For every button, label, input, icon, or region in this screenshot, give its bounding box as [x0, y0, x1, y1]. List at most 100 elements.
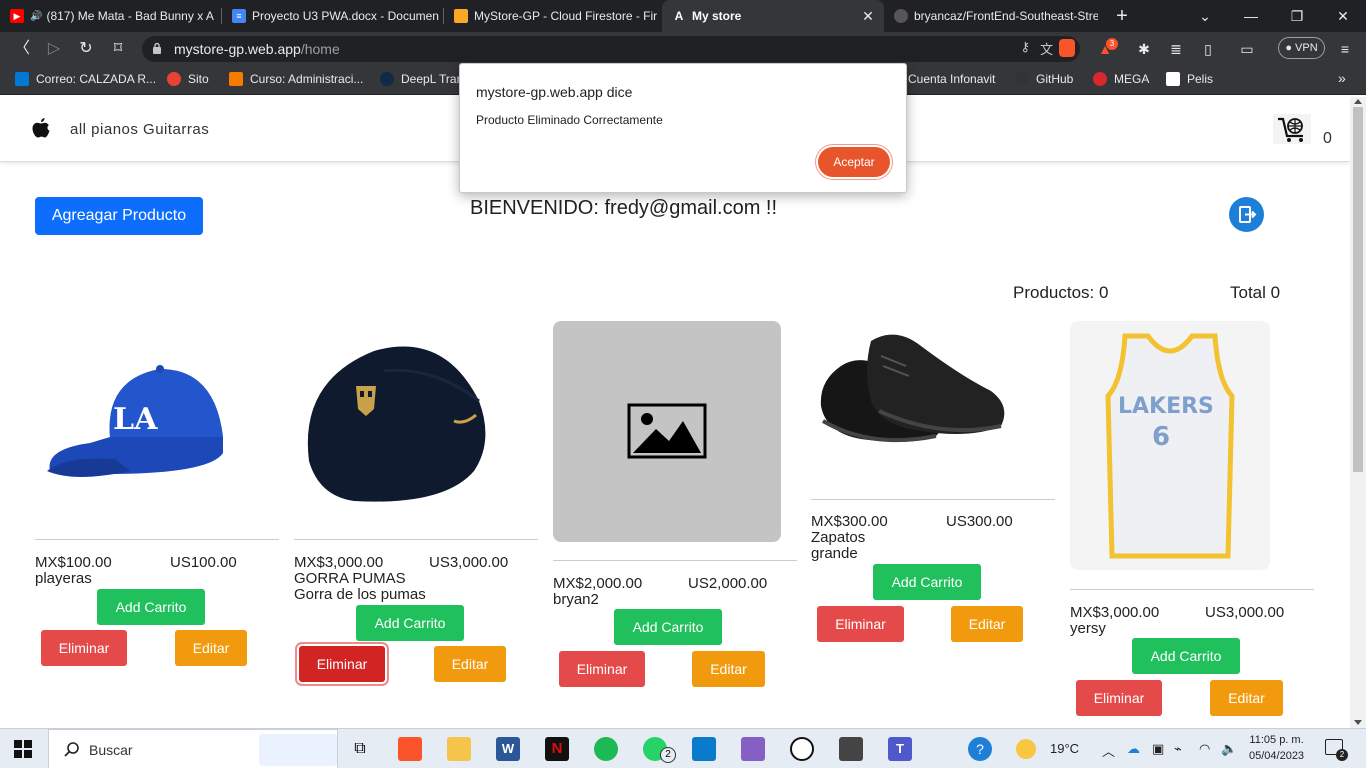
page-scrollbar[interactable]: [1350, 97, 1366, 728]
brave-shield-icon[interactable]: [1059, 39, 1075, 57]
netflix-icon[interactable]: N: [545, 737, 569, 761]
menu-icon[interactable]: ≡: [1334, 38, 1356, 60]
tab-firebase[interactable]: MyStore-GP - Cloud Firestore - Fir: [444, 0, 662, 32]
product-name: GORRA PUMAS: [294, 570, 406, 587]
product-name: Zapatos: [811, 529, 866, 546]
taskbar-clock[interactable]: 11:05 p. m. 05/04/2023: [1249, 732, 1304, 764]
bookmark-icon[interactable]: ⌑: [107, 38, 129, 60]
tab-docs[interactable]: ≡ Proyecto U3 PWA.docx - Documen: [222, 0, 444, 32]
edit-button[interactable]: Editar: [175, 630, 247, 666]
delete-button[interactable]: Eliminar: [559, 651, 645, 687]
weather-temperature[interactable]: 19°C: [1050, 741, 1079, 756]
ai-app-icon[interactable]: [790, 737, 814, 761]
new-tab-button[interactable]: +: [1110, 4, 1134, 28]
taskbar-search[interactable]: Buscar: [48, 729, 338, 768]
maximize-button[interactable]: ❐: [1274, 0, 1320, 32]
delete-button[interactable]: Eliminar: [41, 630, 127, 666]
add-product-button[interactable]: Agreagar Producto: [35, 197, 203, 235]
edit-button[interactable]: Editar: [1210, 680, 1283, 716]
rewards-badge: 3: [1106, 38, 1118, 50]
price-usd: US3,000.00: [1205, 604, 1285, 621]
add-to-cart-button[interactable]: Add Carrito: [1132, 638, 1240, 674]
add-to-cart-button[interactable]: Add Carrito: [614, 609, 722, 645]
word-icon[interactable]: W: [496, 737, 520, 761]
alert-dialog: mystore-gp.web.app dice Producto Elimina…: [459, 63, 907, 193]
task-view-icon[interactable]: ⧉: [348, 737, 372, 761]
browser-toolbar: 〈 ▷ ↻ ⌑ mystore-gp.web.app/home ⚷ 文 ⇪ ▲ …: [0, 32, 1366, 65]
sito-icon: [167, 72, 181, 86]
bookmark-correo[interactable]: Correo: CALZADA R...: [15, 72, 156, 86]
image-placeholder: [553, 321, 781, 542]
cart-button[interactable]: [1273, 114, 1311, 144]
bookmark-mega[interactable]: MEGA: [1093, 72, 1149, 86]
scrollbar-thumb[interactable]: [1353, 107, 1363, 472]
tab-youtube[interactable]: ▶ 🔊 (817) Me Mata - Bad Bunny x A: [0, 0, 222, 32]
tab-github[interactable]: bryancaz/FrontEnd-Southeast-Stre: [884, 0, 1098, 32]
delete-button[interactable]: Eliminar: [299, 646, 385, 682]
playlist-icon[interactable]: ≣: [1165, 38, 1187, 60]
tab-search-icon[interactable]: ⌄: [1182, 0, 1228, 32]
dialog-accept-button[interactable]: Aceptar: [818, 147, 890, 177]
vscode-icon[interactable]: [692, 737, 716, 761]
minimize-button[interactable]: —: [1228, 0, 1274, 32]
translate-icon[interactable]: 文: [1040, 39, 1053, 58]
more-bookmarks-icon[interactable]: »: [1338, 70, 1346, 86]
product-description: Gorra de los pumas: [294, 586, 426, 603]
price-mxn: MX$3,000.00: [294, 554, 384, 571]
key-icon[interactable]: ⚷: [1021, 39, 1031, 58]
back-icon[interactable]: 〈: [11, 38, 33, 60]
dialog-message: Producto Eliminado Correctamente: [476, 113, 663, 127]
logout-icon: [1239, 206, 1257, 223]
spotify-icon[interactable]: [594, 737, 618, 761]
bookmark-sito[interactable]: Sito: [167, 72, 209, 86]
product-name: bryan2: [553, 591, 599, 608]
tab-my-store[interactable]: A My store ✕: [662, 0, 884, 32]
address-bar[interactable]: mystore-gp.web.app/home ⚷ 文 ⇪: [142, 36, 1080, 62]
vpn-button[interactable]: ● VPN: [1278, 37, 1325, 59]
add-to-cart-button[interactable]: Add Carrito: [356, 605, 464, 641]
add-to-cart-button[interactable]: Add Carrito: [873, 564, 981, 600]
extensions-icon[interactable]: ✱: [1133, 38, 1155, 60]
forward-icon[interactable]: ▷: [43, 38, 65, 60]
price-mxn: MX$100.00: [35, 554, 112, 571]
bookmark-deepl[interactable]: DeepL Tran: [380, 72, 463, 86]
usb-icon[interactable]: ⌁: [1174, 741, 1182, 757]
bookmark-pelis[interactable]: Pelis: [1166, 72, 1213, 86]
onedrive-icon[interactable]: ☁: [1127, 741, 1140, 757]
bookmark-github[interactable]: GitHub: [1015, 72, 1073, 86]
device-icon[interactable]: ▣: [1152, 741, 1164, 757]
bookmark-curso[interactable]: Curso: Administraci...: [229, 72, 363, 86]
brand-name[interactable]: all pianos Guitarras: [70, 121, 209, 138]
teams-icon[interactable]: T: [888, 737, 912, 761]
edit-button[interactable]: Editar: [951, 606, 1023, 642]
wifi-icon[interactable]: ◠: [1199, 741, 1210, 757]
volume-icon[interactable]: 🔈: [1221, 741, 1237, 757]
brave-icon[interactable]: [398, 737, 422, 761]
close-window-button[interactable]: ✕: [1320, 0, 1366, 32]
sidebar-icon[interactable]: ▯: [1197, 38, 1219, 60]
product-card: MX$2,000.00 US2,000.00 bryan2 Add Carrit…: [553, 321, 803, 721]
deepl-icon: [380, 72, 394, 86]
logout-button[interactable]: [1229, 197, 1264, 232]
windows-taskbar: Buscar ⧉ W N 2 T ? 19°C ︿ ☁ ▣ ⌁ ◠ 🔈 11:0…: [0, 728, 1366, 768]
scroll-down-icon[interactable]: [1354, 720, 1362, 725]
tray-chevron-icon[interactable]: ︿: [1102, 741, 1115, 760]
welcome-message: BIENVENIDO: fredy@gmail.com !!: [470, 197, 778, 219]
wallet-icon[interactable]: ▭: [1236, 38, 1258, 60]
help-icon[interactable]: ?: [968, 737, 992, 761]
windows-start-icon[interactable]: [14, 740, 32, 758]
delete-button[interactable]: Eliminar: [817, 606, 904, 642]
unity-icon[interactable]: [839, 737, 863, 761]
reload-icon[interactable]: ↻: [75, 38, 97, 60]
scroll-up-icon[interactable]: [1354, 99, 1362, 104]
edit-button[interactable]: Editar: [692, 651, 765, 687]
weather-icon[interactable]: [1016, 739, 1036, 759]
close-tab-icon[interactable]: ✕: [858, 8, 878, 25]
visual-studio-icon[interactable]: [741, 737, 765, 761]
add-to-cart-button[interactable]: Add Carrito: [97, 589, 205, 625]
delete-button[interactable]: Eliminar: [1076, 680, 1162, 716]
file-explorer-icon[interactable]: [447, 737, 471, 761]
edit-button[interactable]: Editar: [434, 646, 506, 682]
apple-logo-icon[interactable]: [32, 117, 50, 139]
cart-count: 0: [1323, 130, 1332, 147]
